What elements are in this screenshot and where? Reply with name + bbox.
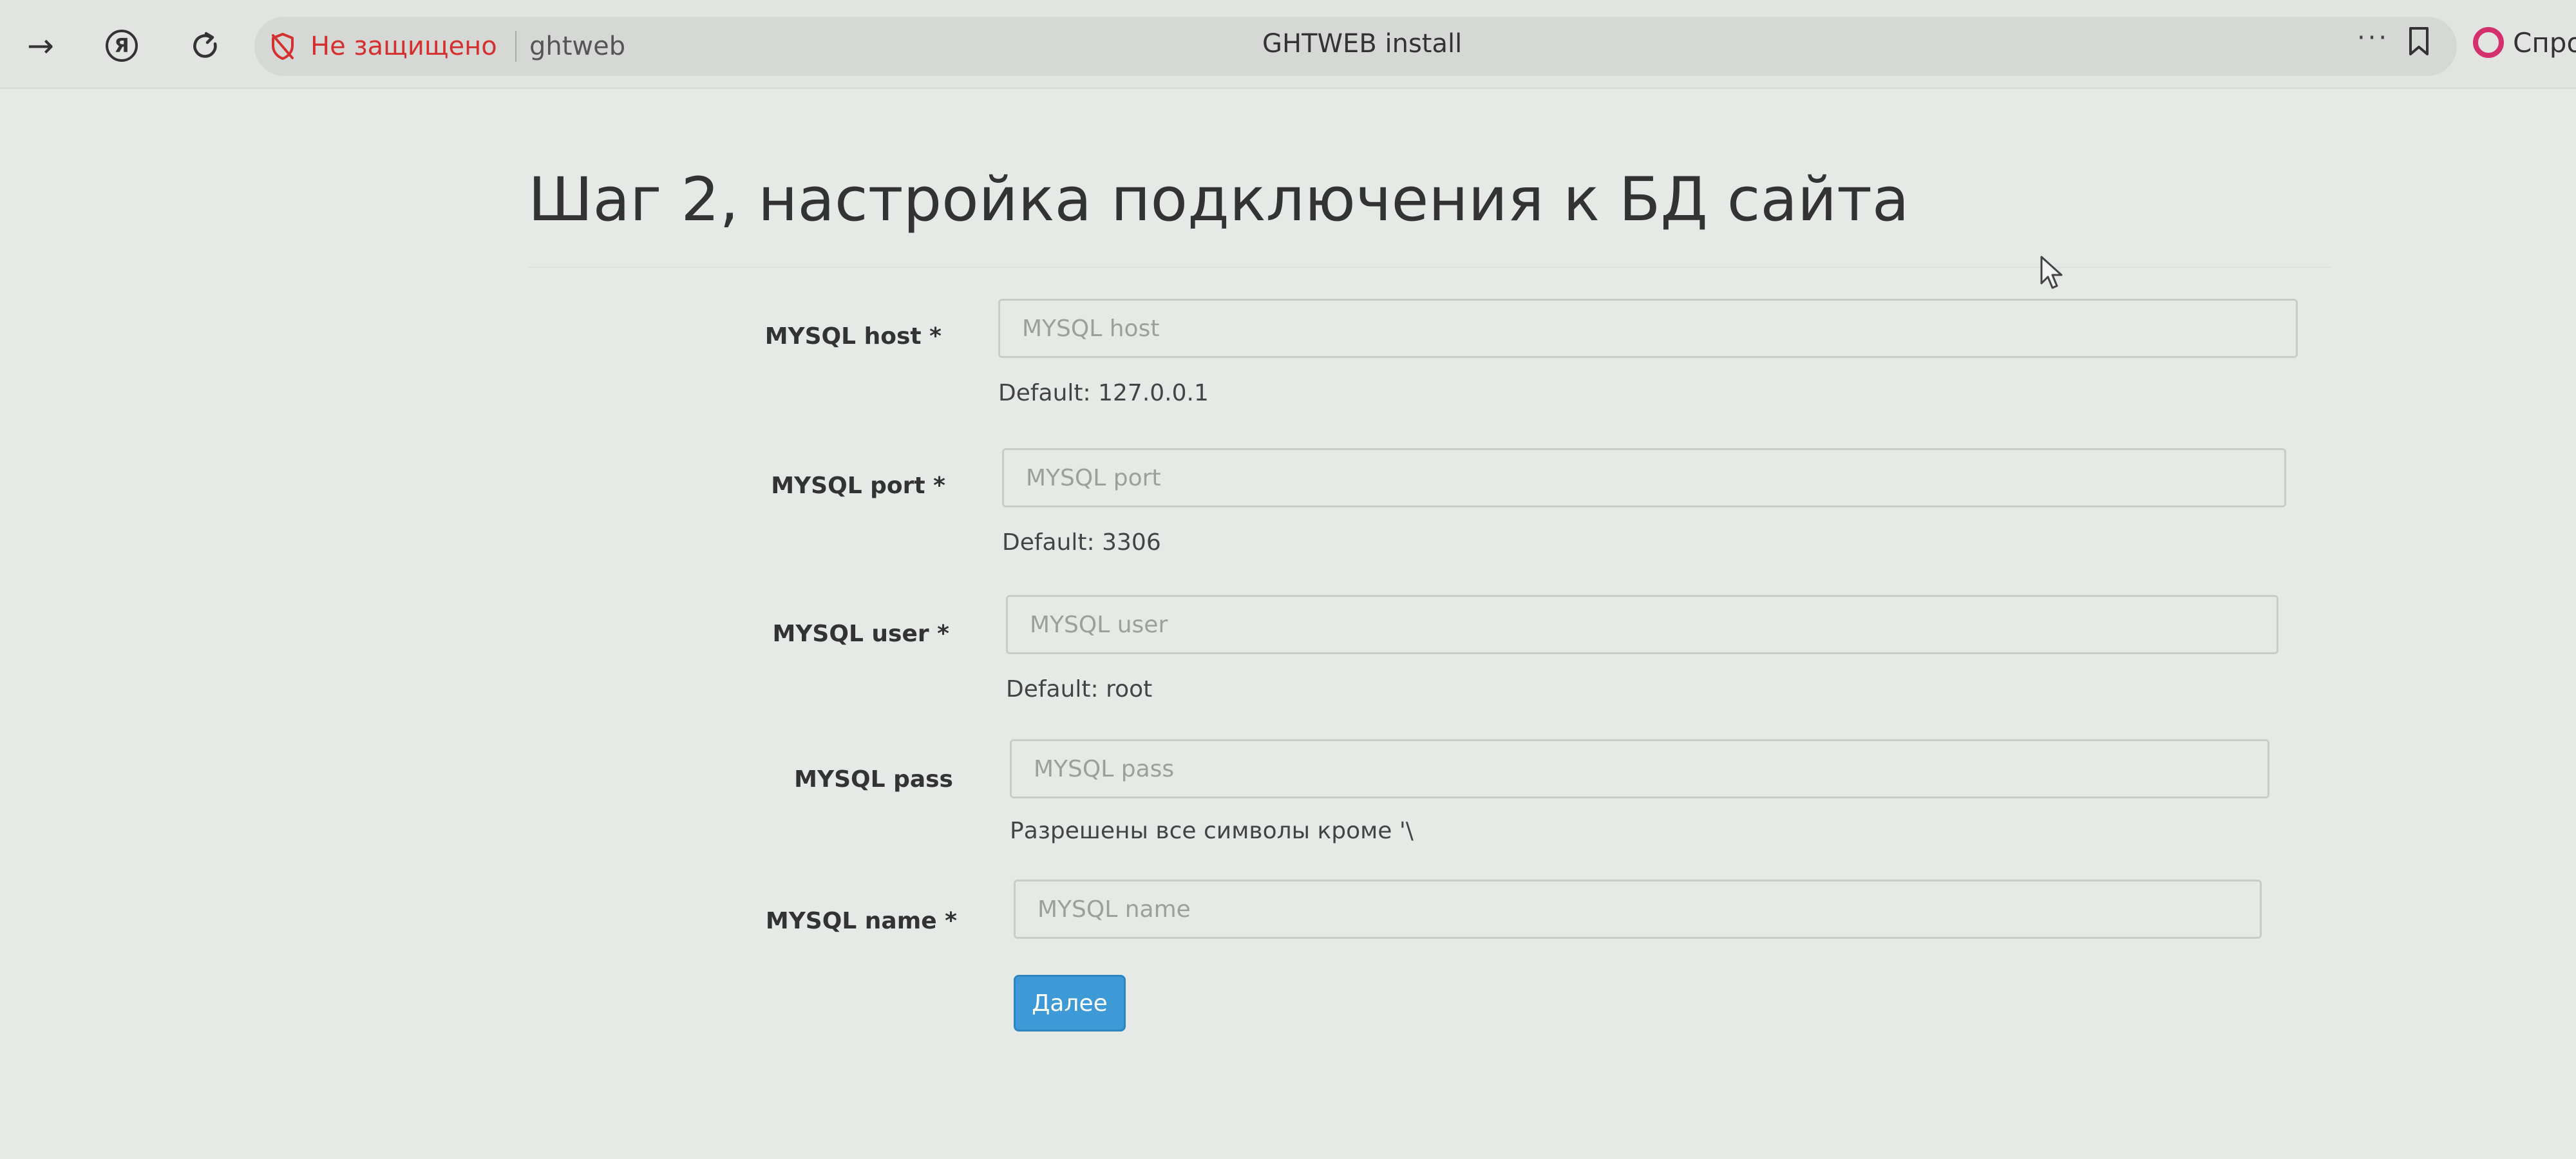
forward-arrow-icon[interactable]: →	[19, 24, 62, 67]
mysql-pass-label: MYSQL pass	[794, 766, 953, 793]
mysql-user-input[interactable]	[1006, 595, 2278, 654]
mysql-port-input[interactable]	[1002, 448, 2286, 507]
url-divider	[515, 31, 516, 62]
more-menu-icon[interactable]: ···	[2357, 23, 2389, 62]
security-status[interactable]: Не защищено	[270, 26, 497, 67]
alice-icon	[2473, 27, 2504, 58]
mysql-name-label: MYSQL name *	[765, 908, 957, 934]
page-content: Шаг 2, настройка подключения к БД сайта …	[0, 89, 2576, 1159]
alice-assistant-button[interactable]: Спро	[2473, 22, 2576, 63]
alice-label: Спро	[2513, 26, 2576, 59]
mouse-cursor-icon	[2040, 256, 2063, 289]
mysql-pass-help: Разрешены все символы кроме '\	[1010, 818, 1414, 844]
url-text[interactable]: ghtweb	[529, 26, 625, 67]
mysql-host-help: Default: 127.0.0.1	[998, 380, 1209, 406]
security-label: Не защищено	[310, 32, 497, 61]
reload-icon[interactable]	[184, 24, 227, 67]
bookmark-icon[interactable]	[2407, 26, 2430, 57]
mysql-pass-input[interactable]	[1010, 739, 2269, 798]
page-tab-title: GHTWEB install	[1262, 29, 1463, 59]
mysql-port-help: Default: 3306	[1002, 529, 1161, 556]
mysql-name-input[interactable]	[1014, 880, 2262, 939]
mysql-user-label: MYSQL user *	[772, 621, 949, 647]
mysql-host-input[interactable]	[998, 299, 2298, 358]
page-title: Шаг 2, настройка подключения к БД сайта	[528, 165, 1909, 235]
browser-toolbar: → Я Не защищено ghtweb GHTWEB install ··…	[0, 0, 2576, 89]
shield-off-icon	[272, 33, 294, 60]
mysql-user-help: Default: root	[1006, 676, 1153, 702]
next-button[interactable]: Далее	[1014, 975, 1126, 1032]
yandex-home-button[interactable]: Я	[100, 24, 143, 67]
mysql-port-label: MYSQL port *	[771, 473, 945, 499]
yandex-logo-icon: Я	[106, 30, 138, 62]
mysql-host-label: MYSQL host *	[764, 323, 942, 350]
